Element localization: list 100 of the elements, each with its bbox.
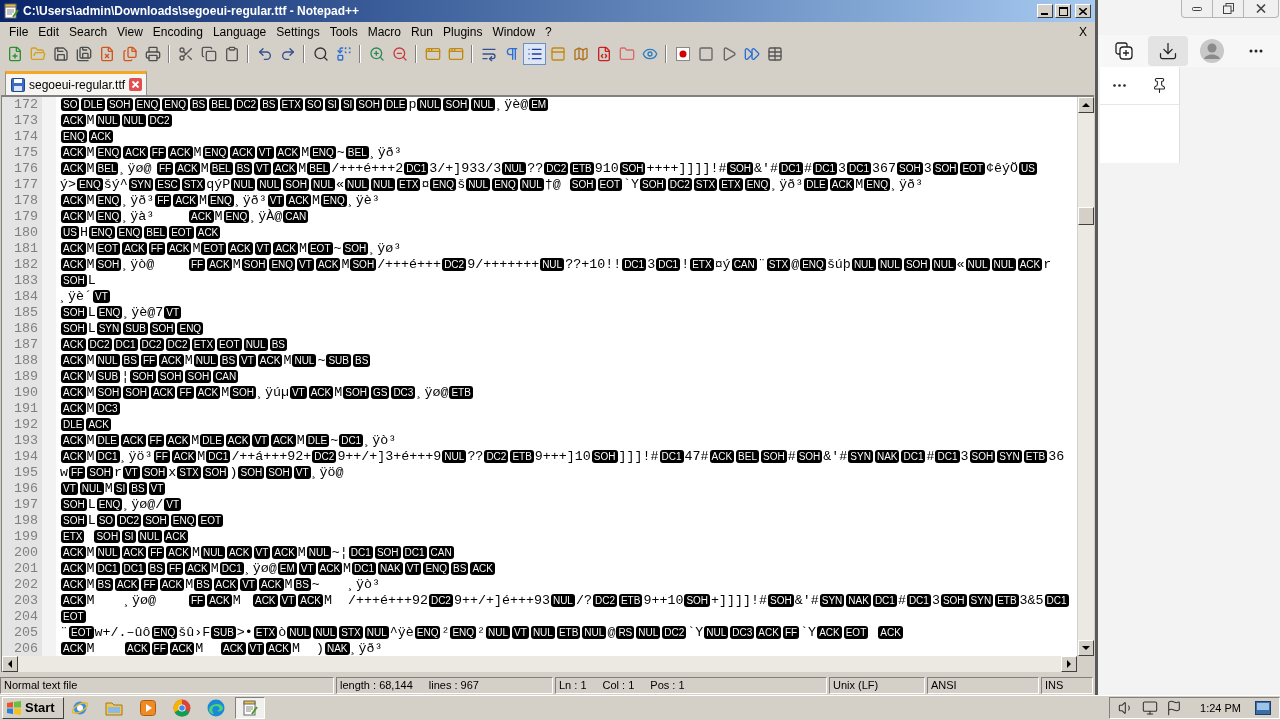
control-code-badge: SYN [96,322,122,335]
toolbar-button[interactable] [523,42,546,65]
menu-item[interactable]: Encoding [147,22,208,41]
code-text: 9+++]10 [534,449,591,464]
control-code-badge: NUL [292,354,317,367]
desktop-icon[interactable] [1255,701,1271,715]
code-text: ) [229,465,238,480]
line-label: Ln : 1 [559,678,587,694]
control-code-badge: ACK [123,146,148,159]
control-code-badge: BS [121,354,139,367]
control-code-badge: DC3 [730,626,755,639]
document-tab[interactable]: segoeui-regular.ttf [5,71,148,95]
taskbar-app-button[interactable] [235,697,265,719]
menu-item[interactable]: Language [207,22,272,41]
code-text: ý> [60,177,76,192]
flag-icon[interactable] [1166,700,1183,716]
code-text: M [86,145,95,160]
control-code-badge: NUL [442,450,467,463]
control-code-badge: DC1 [404,162,429,175]
control-code-badge: DC2 [484,450,509,463]
tab-label: segoeui-regular.ttf [29,76,126,94]
vertical-scrollbar[interactable] [1077,97,1094,656]
menu-item[interactable]: Search [64,22,113,41]
menu-item[interactable]: Edit [33,22,65,41]
control-code-badge: SOH [903,258,930,271]
menu-item[interactable]: Settings [271,22,325,41]
code-text: « [956,257,965,272]
control-code-badge: ENQ [223,210,250,223]
control-code-badge: GS [370,386,390,399]
control-code-badge: EOT [198,514,224,527]
control-code-badge: ETX [690,258,714,271]
code-text: w+/.–ûô [94,625,151,640]
code-text: ! [681,257,690,272]
code-text: M [86,257,95,272]
code-text: M [86,401,95,416]
menu-item[interactable]: ? [540,22,557,41]
control-code-badge: NUL [550,594,575,607]
search-icon [312,45,329,62]
menu-item[interactable]: Macro [362,22,406,41]
control-code-badge: DLE [95,434,119,447]
line-number: 192 [14,417,38,433]
code-text: # [804,161,813,176]
maximize-button[interactable] [1055,4,1071,18]
control-code-badge: ENQ [170,514,197,527]
file-code-icon [595,45,612,62]
menu-item[interactable]: Run [406,22,439,41]
code-text: ¸ÿö@ [311,465,344,480]
control-code-badge: SI [325,98,339,111]
control-code-badge: ACK [213,578,239,591]
control-code-badge: ACK [61,194,86,207]
control-code-badge: EOT [201,242,227,255]
scrollbar-thumb[interactable] [1078,207,1094,225]
control-code-badge: ENQ [310,146,336,159]
control-code-badge: DC3 [95,402,120,415]
line-number: 187 [14,337,38,353]
code-text: ² [477,625,486,640]
window-icon [424,45,441,62]
scroll-up-button[interactable] [1078,97,1094,113]
close-document-button[interactable]: X [1079,22,1087,41]
scroll-down-button[interactable] [1078,640,1094,656]
line-number: 193 [14,433,38,449]
play-icon [140,700,156,716]
control-code-badge: ACK [175,162,200,175]
close-tab-button[interactable] [129,78,143,91]
line-number: 204 [14,609,38,625]
control-code-badge: SOH [761,450,787,463]
menu-item[interactable]: Plugins [438,22,488,41]
code-text: ¸ÿø@ [244,561,277,576]
control-code-badge: SOH [619,162,646,175]
control-code-badge: DLE [305,434,330,447]
control-code-badge: SOH [443,98,470,111]
code-text: # [897,593,906,608]
control-code-badge: BS [293,578,311,591]
control-code-badge: SOH [591,450,618,463]
control-code-badge: SOH [356,98,382,111]
control-code-badge: ACK [220,642,246,655]
horizontal-scrollbar[interactable] [2,656,1077,672]
scroll-right-button[interactable] [1061,656,1077,672]
control-code-badge: BS [219,354,238,367]
control-code-badge: ETB [995,594,1019,607]
control-code-badge: NUL [519,178,544,191]
browser-toolbar-button[interactable] [1148,36,1188,66]
control-code-badge: SOH [569,178,596,191]
control-code-badge: ENQ [134,98,161,111]
control-code-badge: ACK [61,578,86,591]
control-code-badge: NUL [257,178,282,191]
close-button[interactable] [1075,4,1091,18]
menu-item[interactable]: View [112,22,148,41]
scroll-left-button[interactable] [2,656,18,672]
control-code-badge: SOH [969,450,996,463]
monitor-icon[interactable] [1142,700,1159,716]
menu-item[interactable]: Tools [324,22,363,41]
control-code-badge: FF [148,546,165,559]
code-text: « [335,177,344,192]
control-code-badge: STX [181,178,206,191]
control-code-badge: NUL [313,626,338,639]
menu-item[interactable]: Window [487,22,541,41]
menu-item[interactable]: File [4,22,34,41]
start-button[interactable]: Start [2,697,64,719]
code-text: M [298,161,307,176]
